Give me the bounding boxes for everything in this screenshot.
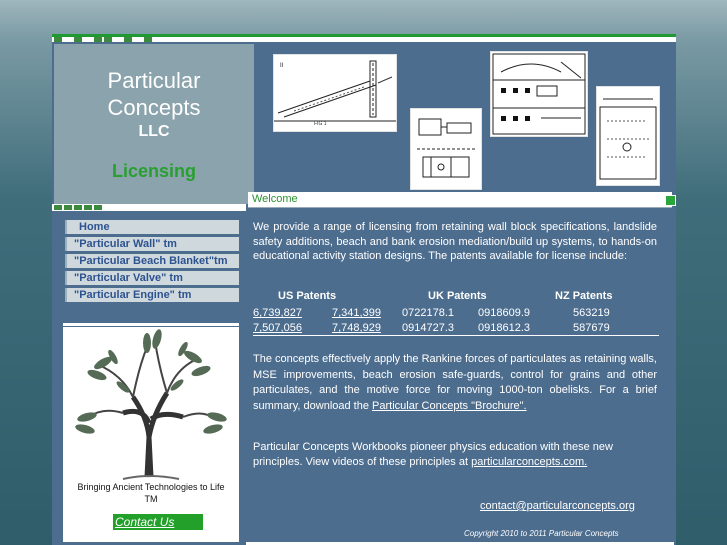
- website-link[interactable]: particularconcepts.com.: [471, 456, 587, 468]
- contact-us-button[interactable]: Contact Us: [113, 514, 203, 530]
- nz-patent: 563219: [573, 307, 610, 319]
- diagram-image-4: [596, 86, 660, 186]
- tagline: Bringing Ancient Technologies to Life TM: [63, 481, 239, 505]
- uk-patent: 0722178.1: [402, 307, 454, 319]
- table-row: 7,507,056 7,748,929 0914727.3 0918612.3 …: [253, 321, 659, 336]
- side-nav: Home "Particular Wall" tm "Particular Be…: [65, 220, 239, 305]
- table-row: 6,739,827 7,341,399 0722178.1 0918609.9 …: [253, 306, 659, 321]
- left-separator: [52, 204, 246, 211]
- tree-logo-image: [75, 329, 227, 480]
- left-separator-bars: [54, 205, 102, 210]
- page-container: Particular Concepts LLC Licensing II FIG…: [52, 34, 676, 545]
- tree-logo-panel: Bringing Ancient Technologies to Life TM…: [63, 327, 239, 542]
- copyright: Copyright 2010 to 2011 Particular Concep…: [464, 529, 619, 538]
- brand-block: Particular Concepts LLC Licensing: [54, 44, 254, 204]
- svg-text:II: II: [280, 63, 284, 69]
- diagram-image-2: [410, 108, 482, 190]
- nav-particular-engine[interactable]: "Particular Engine" tm: [65, 288, 239, 302]
- top-strip: [52, 34, 676, 42]
- tagline-text: Bringing Ancient Technologies to Life: [77, 482, 225, 492]
- us-patent-link[interactable]: 6,739,827: [253, 307, 302, 319]
- brand-line-1: Particular: [107, 68, 201, 93]
- concepts-paragraph: The concepts effectively apply the Ranki…: [253, 352, 657, 414]
- brand-line-2: Concepts: [107, 95, 201, 120]
- left-divider: [63, 323, 239, 326]
- tagline-tm: TM: [144, 494, 158, 504]
- uk-patent: 0918609.9: [478, 307, 530, 319]
- nz-patents-header: NZ Patents: [555, 290, 613, 302]
- us-patent-link[interactable]: 7,341,399: [332, 307, 381, 319]
- brochure-link[interactable]: Particular Concepts "Brochure".: [372, 400, 527, 412]
- patents-table: US Patents UK Patents NZ Patents 6,739,8…: [253, 290, 659, 336]
- diagram-image-3: [490, 51, 588, 137]
- diagram-image-1: II FIG 1: [273, 54, 397, 132]
- us-patent-link[interactable]: 7,748,929: [332, 322, 381, 334]
- brand-llc: LLC: [138, 123, 170, 140]
- contact-email-link[interactable]: contact@particularconcepts.org: [480, 500, 635, 512]
- welcome-heading: Welcome: [252, 193, 298, 205]
- nav-particular-wall[interactable]: "Particular Wall" tm: [65, 237, 239, 251]
- patents-header-row: US Patents UK Patents NZ Patents: [253, 290, 659, 306]
- us-patent-link[interactable]: 7,507,056: [253, 322, 302, 334]
- uk-patent: 0914727.3: [402, 322, 454, 334]
- nav-home[interactable]: Home: [65, 220, 239, 234]
- nav-particular-beach-blanket[interactable]: "Particular Beach Blanket"tm: [65, 254, 239, 268]
- intro-paragraph: We provide a range of licensing from ret…: [253, 221, 657, 262]
- nz-patent: 587679: [573, 322, 610, 334]
- uk-patent: 0918612.3: [478, 322, 530, 334]
- nav-particular-valve[interactable]: "Particular Valve" tm: [65, 271, 239, 285]
- top-strip-bars: [54, 37, 152, 42]
- section-title: Licensing: [111, 161, 196, 181]
- table-rule: [253, 335, 659, 336]
- svg-text:FIG 1: FIG 1: [314, 121, 327, 127]
- main-content: Welcome We provide a range of licensing …: [248, 192, 676, 542]
- uk-patents-header: UK Patents: [428, 290, 487, 302]
- header-diagrams: II FIG 1: [258, 42, 674, 202]
- welcome-marker: [665, 195, 676, 206]
- us-patents-header: US Patents: [278, 290, 337, 302]
- workbooks-paragraph: Particular Concepts Workbooks pioneer ph…: [253, 440, 657, 470]
- welcome-bar: Welcome: [248, 192, 676, 208]
